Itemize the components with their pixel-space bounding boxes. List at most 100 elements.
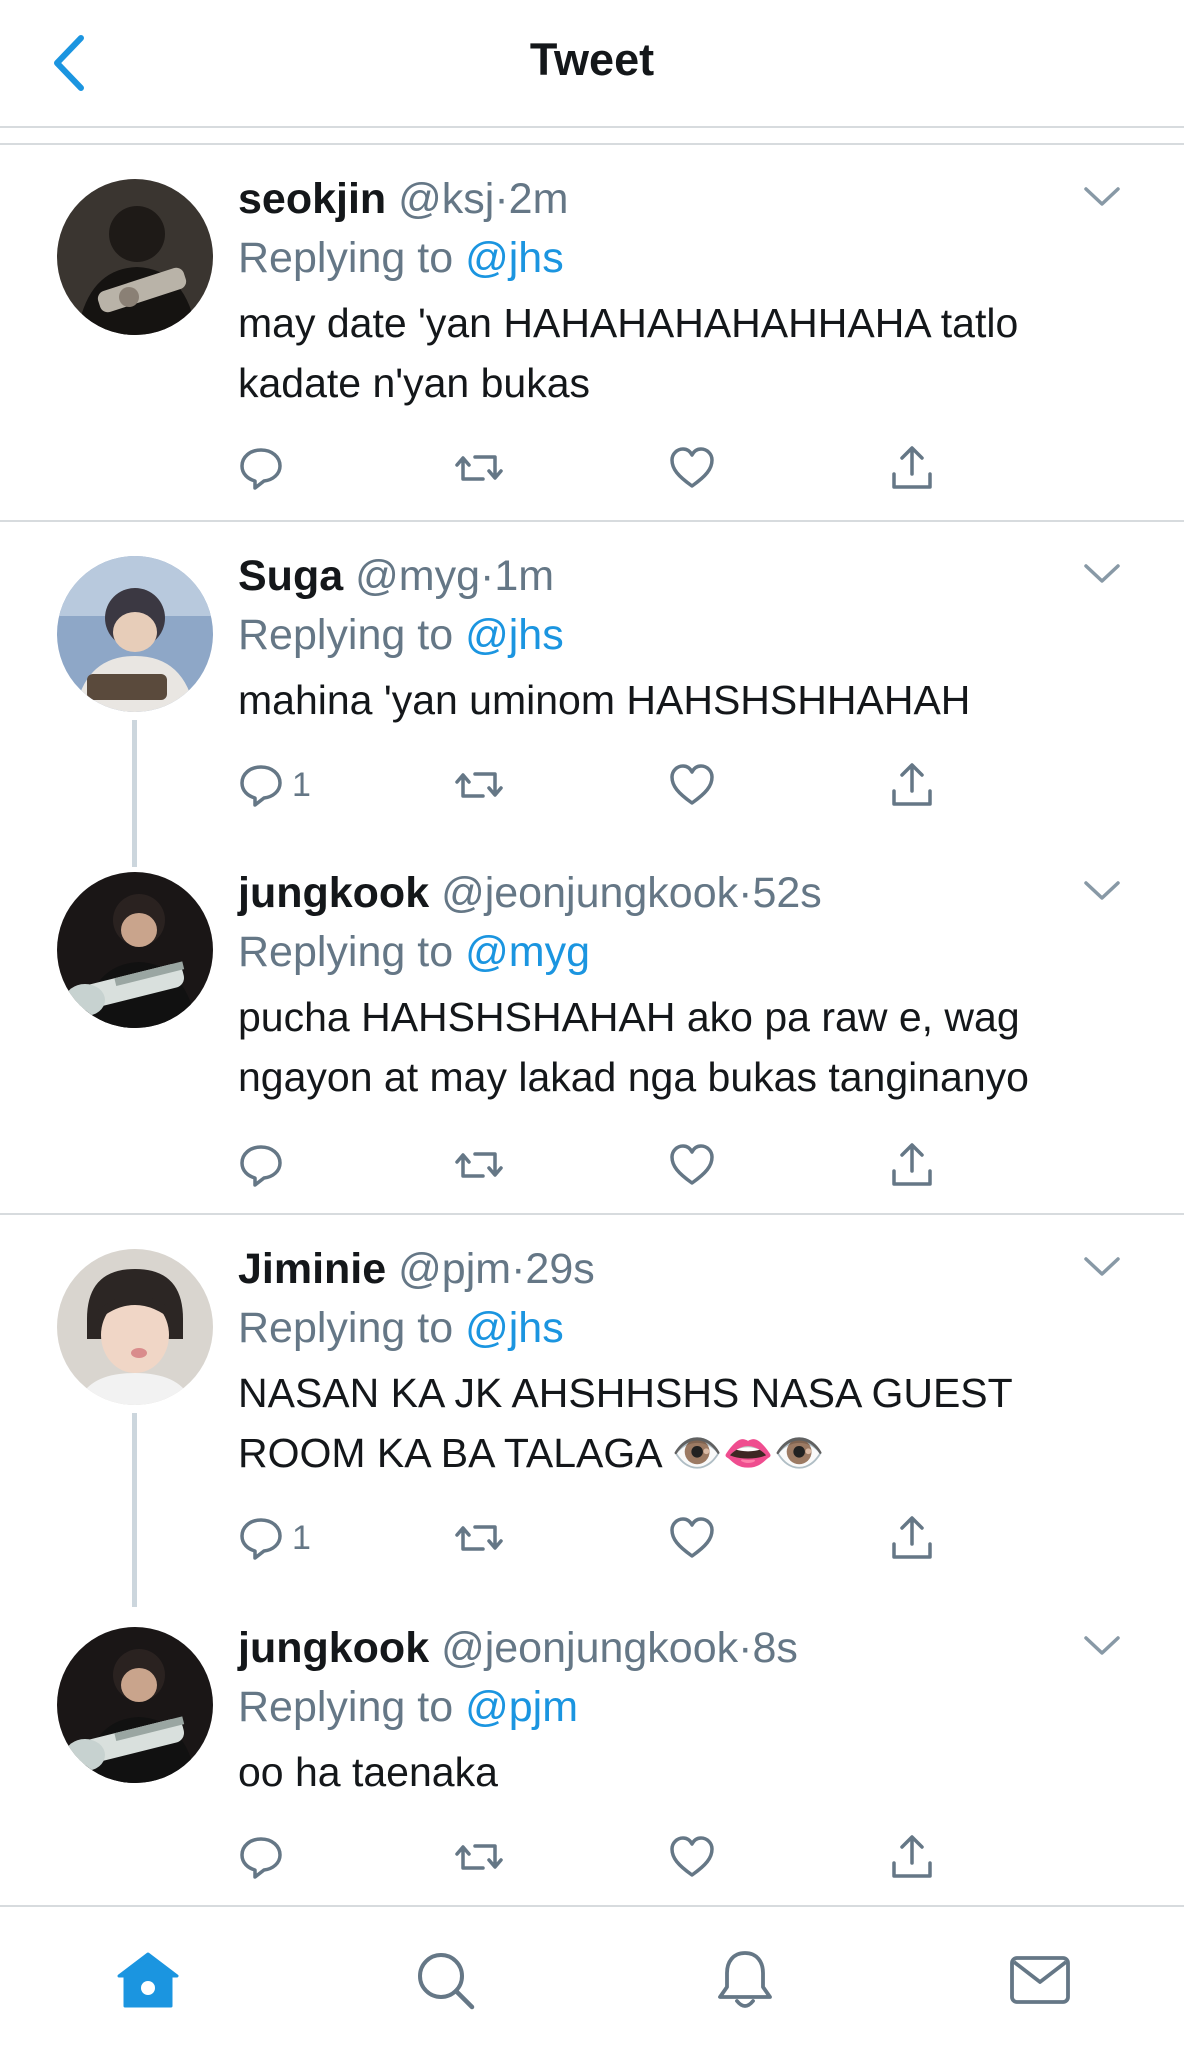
tweet-card[interactable]: jungkook @jeonjungkook·8s Replying to @p… (0, 1607, 1184, 1903)
separator-dot: · (494, 175, 509, 223)
like-button[interactable] (668, 757, 716, 813)
thread-connector (132, 720, 137, 867)
reply-icon (240, 1145, 282, 1187)
share-button[interactable] (888, 1510, 936, 1566)
display-name[interactable]: jungkook (238, 869, 429, 917)
timestamp[interactable]: 1m (494, 552, 554, 600)
separator-dot: · (738, 869, 753, 917)
mention-link[interactable]: @jhs (465, 611, 564, 659)
separator-dot: · (738, 1624, 753, 1672)
tab-messages[interactable] (1005, 1945, 1075, 2015)
timestamp[interactable]: 8s (752, 1624, 797, 1672)
reply-count: 1 (292, 765, 311, 804)
tweet-header: Jiminie @pjm·29s (238, 1243, 595, 1295)
avatar[interactable] (57, 179, 213, 335)
retweet-button[interactable] (453, 757, 505, 813)
tweet-text: NASAN KA JK AHSHHSHS NASA GUEST ROOM KA … (238, 1370, 1012, 1476)
tweet-menu-button[interactable] (1080, 1245, 1124, 1289)
share-button[interactable] (888, 1829, 936, 1885)
mention-link[interactable]: @pjm (465, 1683, 578, 1731)
retweet-icon (455, 1844, 503, 1870)
chevron-down-icon (1084, 1636, 1120, 1655)
top-nav-bar: Tweet (0, 0, 1184, 128)
avatar-image (57, 556, 213, 712)
like-button[interactable] (668, 1137, 716, 1193)
reply-icon (240, 1518, 282, 1560)
share-button[interactable] (888, 1137, 936, 1193)
page-title: Tweet (529, 34, 655, 85)
username[interactable]: @ksj (398, 175, 494, 223)
avatar[interactable] (57, 556, 213, 712)
avatar[interactable] (57, 1627, 213, 1783)
chevron-down-icon (1084, 564, 1120, 583)
like-button[interactable] (668, 440, 716, 496)
username[interactable]: @myg (355, 552, 480, 600)
tweet-menu-button[interactable] (1080, 552, 1124, 596)
tweet-card[interactable]: Jiminie @pjm·29s Replying to @jhs NASAN … (0, 1215, 1184, 1607)
display-name[interactable]: jungkook (238, 1624, 429, 1672)
reply-button[interactable] (238, 440, 292, 496)
mention-link[interactable]: @myg (465, 928, 590, 976)
tab-notifications[interactable] (710, 1945, 780, 2015)
home-icon (117, 1952, 179, 2008)
share-button[interactable] (888, 440, 936, 496)
timestamp[interactable]: 2m (509, 175, 569, 223)
share-icon (892, 1143, 932, 1186)
tweet-menu-button[interactable] (1080, 1624, 1124, 1668)
mention-link[interactable]: @jhs (465, 1304, 564, 1352)
replying-to: Replying to @pjm (238, 1681, 578, 1733)
reply-button[interactable]: 1 (238, 757, 311, 813)
display-name[interactable]: Suga (238, 552, 343, 600)
tweet-menu-button[interactable] (1080, 175, 1124, 219)
share-icon (892, 446, 932, 489)
mention-link[interactable]: @jhs (465, 234, 564, 282)
tweet-actions (238, 1829, 958, 1885)
reply-icon (240, 1837, 282, 1879)
username[interactable]: @jeonjungkook (441, 1624, 738, 1672)
tweet-actions (238, 1137, 958, 1193)
tweet-card[interactable]: jungkook @jeonjungkook·52s Replying to @… (0, 867, 1184, 1215)
tweet-header: seokjin @ksj·2m (238, 173, 568, 225)
username[interactable]: @pjm (398, 1245, 511, 1293)
tweet-text: mahina 'yan uminom HAHSHSHHAHAH (238, 677, 971, 723)
reply-button[interactable] (238, 1137, 292, 1193)
like-button[interactable] (668, 1829, 716, 1885)
tweet-actions: 1 (238, 1510, 958, 1566)
reply-icon (240, 448, 282, 490)
display-name[interactable]: Jiminie (238, 1245, 386, 1293)
replying-to-label: Replying to (238, 928, 454, 976)
tab-search[interactable] (410, 1945, 480, 2015)
heart-icon (670, 1517, 714, 1558)
username[interactable]: @jeonjungkook (441, 869, 738, 917)
avatar[interactable] (57, 1249, 213, 1405)
replying-to: Replying to @jhs (238, 1302, 564, 1354)
timestamp[interactable]: 29s (525, 1245, 594, 1293)
replying-to-label: Replying to (238, 234, 454, 282)
retweet-button[interactable] (453, 1137, 505, 1193)
reply-button[interactable] (238, 1829, 292, 1885)
bottom-tab-bar (0, 1905, 1184, 2050)
notifications-icon (718, 1951, 772, 2008)
tweet-menu-button[interactable] (1080, 869, 1124, 913)
reply-button[interactable]: 1 (238, 1510, 311, 1566)
tweet-card[interactable]: Suga @myg·1m Replying to @jhs mahina 'ya… (0, 522, 1184, 867)
tweet-text: may date 'yan HAHAHAHAHAHHAHA tatlo kada… (238, 300, 1019, 406)
chevron-down-icon (1084, 1257, 1120, 1276)
reply-icon (240, 765, 282, 807)
retweet-button[interactable] (453, 1510, 505, 1566)
like-button[interactable] (668, 1510, 716, 1566)
retweet-button[interactable] (453, 440, 505, 496)
tweet-header: jungkook @jeonjungkook·8s (238, 1622, 798, 1674)
timestamp[interactable]: 52s (752, 869, 821, 917)
avatar[interactable] (57, 872, 213, 1028)
replying-to: Replying to @myg (238, 926, 590, 978)
display-name[interactable]: seokjin (238, 175, 386, 223)
share-button[interactable] (888, 757, 936, 813)
heart-icon (670, 1144, 714, 1185)
tweet-card[interactable]: seokjin @ksj·2m Replying to @jhs may dat… (0, 145, 1184, 522)
retweet-button[interactable] (453, 1829, 505, 1885)
chevron-down-icon (1084, 187, 1120, 206)
tab-home[interactable] (113, 1945, 183, 2015)
replying-to-label: Replying to (238, 1683, 454, 1731)
avatar-image (57, 179, 213, 335)
